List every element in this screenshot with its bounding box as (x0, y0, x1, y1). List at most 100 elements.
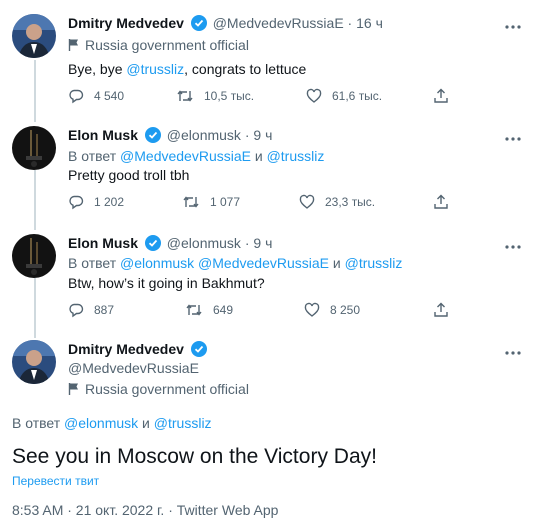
author-handle[interactable]: @MedvedevRussiaE (68, 359, 199, 377)
tweet-text: Bye, bye @trussliz, congrats to lettuce (68, 60, 306, 78)
retweet-icon (177, 90, 193, 102)
author-name[interactable]: Dmitry Medvedev (68, 15, 184, 31)
author-name[interactable]: Elon Musk (68, 235, 138, 251)
reply-count: 4 540 (94, 89, 125, 103)
like-count: 8 250 (330, 303, 361, 317)
share-icon (434, 88, 448, 103)
tweet-time[interactable]: 9 ч (253, 235, 272, 251)
author-handle[interactable]: @MedvedevRussiaE (213, 15, 344, 31)
avatar[interactable] (12, 340, 56, 384)
like-count: 23,3 тыс. (325, 195, 376, 209)
more-options-icon[interactable] (505, 236, 521, 249)
mention-link[interactable]: @MedvedevRussiaE (120, 148, 251, 164)
tweet-actions: 887 649 8 250 (68, 302, 521, 322)
retweet-button[interactable]: 10,5 тыс. (176, 88, 254, 104)
reply-prefix: В ответ (68, 255, 121, 271)
more-options-icon[interactable] (505, 128, 521, 141)
separator-dot: · (244, 235, 250, 251)
reply-button[interactable]: 1 202 (68, 194, 124, 210)
mention-link[interactable]: @trussliz (154, 415, 212, 431)
retweet-count: 10,5 тыс. (204, 89, 255, 103)
reply-and: и (250, 148, 267, 164)
share-button[interactable] (433, 194, 459, 210)
mention-link[interactable]: @elonmusk (64, 415, 138, 431)
reply-count: 887 (94, 303, 115, 317)
replying-to: В ответ @MedvedevRussiaE и @trussliz (68, 147, 324, 165)
reply-button[interactable]: 4 540 (68, 88, 124, 104)
reply-icon (69, 89, 84, 104)
tweet-text: Pretty good troll tbh (68, 167, 190, 183)
reply-icon (69, 303, 84, 318)
mention-link[interactable]: @trussliz (345, 255, 403, 271)
more-options-icon[interactable] (505, 342, 521, 355)
reply-icon (69, 195, 84, 210)
mention-link[interactable]: @elonmusk @MedvedevRussiaE (120, 255, 329, 271)
verified-badge-icon (144, 235, 161, 255)
mention-link[interactable]: @trussliz (126, 61, 184, 77)
author-handle[interactable]: @elonmusk (167, 235, 241, 251)
separator-dot: · (244, 127, 250, 143)
tweet-actions: 1 202 1 077 23,3 тыс. (68, 194, 521, 214)
government-label-text: Russia government official (85, 37, 249, 53)
tweet-text-part: , congrats to lettuce (184, 61, 307, 77)
tweet-header: Elon Musk @elonmusk · 9 ч (68, 126, 272, 147)
author-name[interactable]: Elon Musk (68, 127, 138, 143)
replying-to: В ответ @elonmusk @MedvedevRussiaE и @tr… (68, 254, 402, 272)
like-button[interactable]: 61,6 тыс. (306, 88, 382, 104)
heart-icon (304, 302, 320, 317)
main-tweet-text: See you in Moscow on the Victory Day! (12, 445, 377, 468)
avatar[interactable] (12, 234, 56, 278)
government-label-text: Russia government official (85, 381, 249, 397)
tweet-actions: 4 540 10,5 тыс. 61,6 тыс. (68, 88, 521, 108)
share-icon (434, 194, 448, 209)
tweet-meta[interactable]: 8:53 AM · 21 окт. 2022 г. · Twitter Web … (12, 502, 278, 518)
reply-and: и (138, 415, 154, 431)
reply-prefix: В ответ (12, 415, 65, 431)
flag-icon (68, 382, 80, 400)
like-button[interactable]: 23,3 тыс. (299, 194, 375, 210)
share-icon (434, 302, 448, 317)
heart-icon (299, 194, 315, 209)
verified-badge-icon (190, 15, 207, 35)
reply-prefix: В ответ (68, 148, 121, 164)
government-label: Russia government official (68, 380, 249, 400)
more-options-icon[interactable] (505, 16, 521, 29)
verified-badge-icon (190, 341, 207, 361)
retweet-count: 1 077 (210, 195, 241, 209)
heart-icon (306, 88, 322, 103)
reply-button[interactable]: 887 (68, 302, 114, 318)
share-button[interactable] (433, 302, 459, 318)
retweet-count: 649 (213, 303, 234, 317)
retweet-icon (186, 304, 202, 316)
main-tweet: Dmitry Medvedev @MedvedevRussiaE Russia … (0, 340, 537, 410)
tweet-text-part: Bye, bye (68, 61, 127, 77)
retweet-icon (183, 196, 199, 208)
like-count: 61,6 тыс. (332, 89, 383, 103)
tweet-time[interactable]: 9 ч (253, 127, 272, 143)
tweet-text: Btw, how’s it going in Bakhmut? (68, 275, 265, 291)
avatar[interactable] (12, 126, 56, 170)
tweet-header: Dmitry Medvedev (68, 340, 209, 361)
verified-badge-icon (144, 127, 161, 147)
tweet-medvedev-1[interactable]: Dmitry Medvedev @MedvedevRussiaE · 16 ч … (0, 14, 537, 114)
replying-to: В ответ @elonmusk и @trussliz (12, 415, 212, 431)
share-button[interactable] (433, 88, 459, 104)
tweet-header: Elon Musk @elonmusk · 9 ч (68, 234, 272, 255)
tweet-time[interactable]: 16 ч (356, 15, 383, 31)
mention-link[interactable]: @trussliz (267, 148, 325, 164)
like-button[interactable]: 8 250 (304, 302, 360, 318)
government-label: Russia government official (68, 36, 249, 56)
author-name[interactable]: Dmitry Medvedev (68, 341, 184, 357)
avatar[interactable] (12, 14, 56, 58)
separator-dot: · (347, 15, 353, 31)
flag-icon (68, 38, 80, 56)
retweet-button[interactable]: 1 077 (182, 194, 240, 210)
reply-count: 1 202 (94, 195, 125, 209)
reply-and: и (329, 255, 345, 271)
translate-tweet-link[interactable]: Перевести твит (12, 474, 99, 488)
tweet-musk-2[interactable]: Elon Musk @elonmusk · 9 ч В ответ @elonm… (0, 234, 537, 334)
author-handle[interactable]: @elonmusk (167, 127, 241, 143)
tweet-header: Dmitry Medvedev @MedvedevRussiaE · 16 ч (68, 14, 383, 35)
retweet-button[interactable]: 649 (185, 302, 233, 318)
tweet-musk-1[interactable]: Elon Musk @elonmusk · 9 ч В ответ @Medve… (0, 126, 537, 226)
